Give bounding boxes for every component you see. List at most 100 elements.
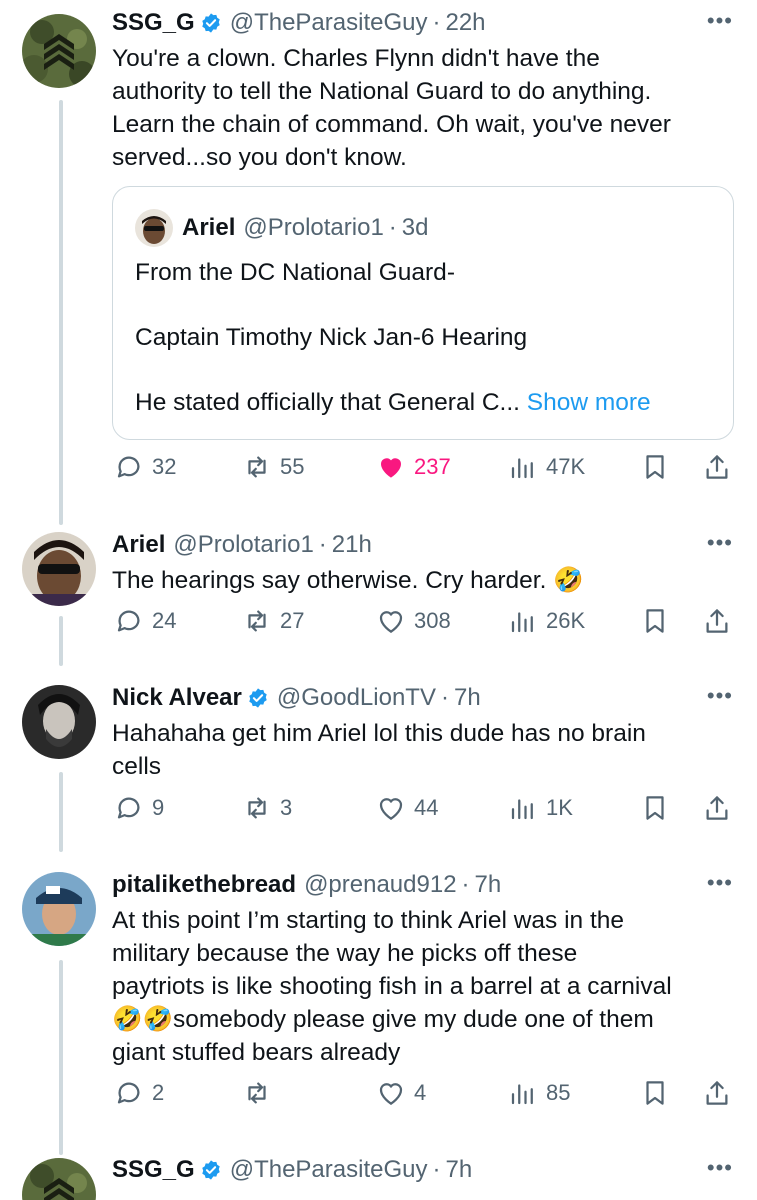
separator: · (461, 871, 470, 898)
quoted-tweet[interactable]: Ariel @Prolotario1 · 3d From the DC Nati… (112, 186, 734, 440)
view-count: 26K (546, 608, 586, 633)
reply-button[interactable]: 24 (114, 606, 176, 636)
share-button[interactable] (702, 606, 732, 636)
user-handle[interactable]: @prenaud912 (304, 871, 456, 899)
like-button[interactable]: 44 (376, 793, 438, 823)
more-horizontal-icon[interactable]: ••• (707, 683, 733, 709)
bookmark-button[interactable] (640, 606, 670, 636)
reply-icon (117, 610, 140, 632)
tweet[interactable]: pitalikethebread @prenaud912 · 7h ••• At… (0, 862, 757, 1152)
tweet[interactable]: Nick Alvear @GoodLionTV · 7h ••• Hahahah… (0, 675, 757, 845)
view-count: 1K (546, 795, 573, 820)
verified-badge-icon (200, 1159, 222, 1181)
quote-text-line: From the DC National Guard- (135, 259, 455, 286)
share-icon (706, 455, 728, 479)
bookmark-button[interactable] (640, 793, 670, 823)
reply-count: 24 (152, 608, 177, 633)
share-button[interactable] (702, 1078, 732, 1108)
more-horizontal-icon[interactable]: ••• (707, 530, 733, 556)
avatar[interactable] (22, 685, 96, 759)
views-icon (511, 1084, 533, 1105)
tweet-header: Ariel @Prolotario1 · 21h ••• (112, 530, 733, 560)
bookmark-button[interactable] (640, 1078, 670, 1108)
tweet-header: Nick Alvear @GoodLionTV · 7h ••• (112, 683, 733, 713)
text-line: paytriots is like shooting fish in a bar… (112, 973, 672, 1000)
views-button[interactable]: 26K (508, 606, 585, 636)
quote-text-line: Captain Timothy Nick Jan-6 Hearing (135, 324, 528, 351)
quote-timestamp: 3d (401, 214, 429, 241)
bookmark-button[interactable] (640, 452, 670, 482)
user-handle[interactable]: @TheParasiteGuy (230, 1156, 428, 1184)
text-line: 🤣🤣somebody please give my dude one of th… (112, 1006, 654, 1033)
tweet-actions: 32 55 237 47K (112, 452, 734, 488)
user-handle[interactable]: @GoodLionTV (277, 684, 436, 712)
timestamp[interactable]: 7h (454, 684, 481, 712)
repost-button[interactable]: 27 (242, 606, 304, 636)
reply-button[interactable]: 9 (114, 793, 164, 823)
share-icon (706, 609, 728, 633)
more-horizontal-icon[interactable]: ••• (707, 1155, 733, 1181)
tweet-header: SSG_G @TheParasiteGuy · 7h ••• (112, 1155, 733, 1185)
more-horizontal-icon[interactable]: ••• (707, 870, 733, 896)
like-count: 308 (414, 608, 451, 633)
text-line: You're a clown. Charles Flynn didn't hav… (112, 45, 600, 72)
avatar[interactable] (22, 1158, 96, 1200)
display-name[interactable]: SSG_G (112, 9, 195, 37)
reply-button[interactable]: 32 (114, 452, 176, 482)
views-button[interactable]: 47K (508, 452, 585, 482)
user-handle[interactable]: @TheParasiteGuy (230, 9, 428, 37)
avatar[interactable] (22, 532, 96, 606)
more-horizontal-icon[interactable]: ••• (707, 8, 733, 34)
repost-icon (248, 797, 266, 819)
repost-button[interactable] (242, 1078, 280, 1108)
views-button[interactable]: 1K (508, 793, 573, 823)
reply-count: 9 (152, 795, 165, 820)
views-icon (511, 458, 533, 479)
quote-text-line: He stated officially that General C... S… (135, 389, 651, 417)
like-button[interactable]: 237 (376, 452, 451, 482)
timestamp[interactable]: 22h (445, 9, 485, 37)
tweet-text: The hearings say otherwise. Cry harder. … (112, 564, 733, 597)
tweet[interactable]: SSG_G @TheParasiteGuy · 7h ••• (0, 1150, 757, 1200)
timestamp[interactable]: 7h (445, 1156, 472, 1184)
show-more-link[interactable]: Show more (527, 389, 651, 416)
repost-button[interactable]: 3 (242, 793, 292, 823)
views-button[interactable]: 85 (508, 1078, 570, 1108)
tweet[interactable]: Ariel @Prolotario1 · 21h ••• The hearing… (0, 520, 757, 670)
text-line: military because the way he picks off th… (112, 940, 578, 967)
text-line: At this point I’m starting to think Arie… (112, 907, 625, 934)
tweet-text: You're a clown. Charles Flynn didn't hav… (112, 42, 733, 174)
like-button[interactable]: 308 (376, 606, 451, 636)
text-line: Learn the chain of command. Oh wait, you… (112, 111, 671, 138)
tweet-text: Hahahaha get him Ariel lol this dude has… (112, 717, 733, 783)
tweet-text: At this point I’m starting to think Arie… (112, 904, 733, 1069)
tweet-actions: 24 27 308 26K (112, 606, 734, 642)
timestamp[interactable]: 7h (475, 871, 502, 899)
heart-icon (379, 611, 403, 633)
tweet[interactable]: SSG_G @TheParasiteGuy · 22h ••• You're a… (0, 0, 757, 520)
reply-icon (117, 797, 140, 819)
tweet-header: pitalikethebread @prenaud912 · 7h ••• (112, 870, 733, 900)
verified-badge-icon (247, 687, 269, 709)
bookmark-icon (646, 609, 664, 633)
reply-button[interactable]: 2 (114, 1078, 164, 1108)
text-line: giant stuffed bears already (112, 1039, 401, 1066)
avatar[interactable] (22, 872, 96, 946)
separator: · (388, 214, 397, 241)
bookmark-icon (646, 455, 664, 479)
share-button[interactable] (702, 793, 732, 823)
display-name[interactable]: Ariel (112, 531, 165, 559)
display-name[interactable]: pitalikethebread (112, 871, 296, 899)
avatar[interactable] (22, 14, 96, 88)
repost-button[interactable]: 55 (242, 452, 304, 482)
timestamp[interactable]: 21h (332, 531, 372, 559)
user-handle[interactable]: @Prolotario1 (173, 531, 313, 559)
display-name[interactable]: Nick Alvear (112, 684, 242, 712)
like-button[interactable]: 4 (376, 1078, 426, 1108)
verified-badge-icon (200, 12, 222, 34)
separator: · (318, 531, 327, 558)
share-button[interactable] (702, 452, 732, 482)
display-name[interactable]: SSG_G (112, 1156, 195, 1184)
tweet-header: SSG_G @TheParasiteGuy · 22h ••• (112, 8, 733, 38)
text-line: served...so you don't know. (112, 144, 407, 171)
